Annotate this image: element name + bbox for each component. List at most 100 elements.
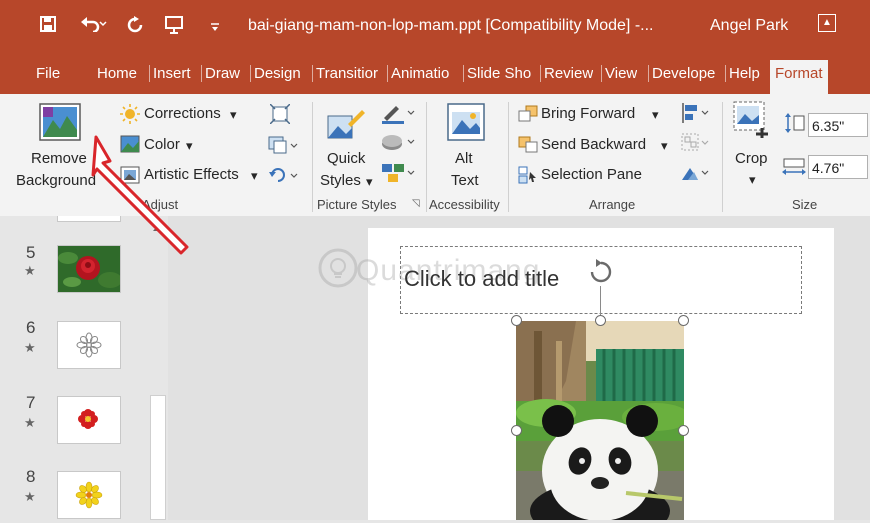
quick-styles-dropdown-icon[interactable]: ▾ [366, 174, 373, 190]
slide-thumbnail-7[interactable] [57, 396, 121, 444]
align-icon[interactable] [680, 102, 712, 129]
resize-handle-left[interactable] [511, 425, 522, 436]
title-placeholder-text[interactable]: Click to add title [404, 266, 559, 292]
resize-handle-top-left[interactable] [511, 315, 522, 326]
tab-help[interactable]: Help [725, 65, 760, 82]
shape-height-icon [784, 112, 806, 139]
redo-icon[interactable] [126, 16, 144, 39]
alt-text-label-1[interactable]: Alt [455, 150, 473, 167]
ribbon-format-panel: Remove Background Corrections ▾ Color ▾ … [0, 94, 870, 217]
quick-styles-icon[interactable] [326, 106, 366, 149]
red-flower-icon [78, 409, 98, 429]
send-backward-dropdown-icon[interactable]: ▾ [661, 138, 668, 154]
tab-format[interactable]: Format [770, 60, 828, 94]
rotate-icon[interactable] [680, 162, 712, 189]
user-name[interactable]: Angel Park [710, 17, 788, 35]
crop-icon[interactable] [732, 100, 774, 147]
rotate-handle-icon[interactable] [587, 258, 615, 286]
alt-text-icon[interactable] [446, 102, 486, 147]
picture-styles-group-label: Picture Styles [317, 197, 397, 212]
watermark-logo-icon [318, 248, 358, 288]
artistic-effects-icon[interactable] [120, 166, 140, 189]
crop-button[interactable]: Crop [735, 150, 768, 167]
picture-effects-icon[interactable] [380, 132, 416, 157]
quick-styles-label-1[interactable]: Quick [327, 150, 365, 167]
quick-styles-label-2[interactable]: Styles [320, 172, 361, 189]
remove-background-icon[interactable] [38, 102, 82, 147]
group-divider [426, 102, 427, 212]
group-objects-icon[interactable] [680, 132, 712, 159]
send-backward-icon[interactable] [518, 136, 538, 159]
artistic-effects-button[interactable]: Artistic Effects [144, 166, 239, 183]
thumbnail-partial[interactable] [57, 216, 121, 222]
selection-pane-icon[interactable] [518, 166, 538, 189]
tab-animations[interactable]: Animatio [387, 65, 463, 82]
color-icon[interactable] [120, 135, 140, 158]
group-divider [312, 102, 313, 212]
panda-picture[interactable] [516, 321, 684, 520]
animation-star-icon: ★ [24, 263, 36, 278]
tab-draw[interactable]: Draw [201, 65, 240, 82]
shape-width-input[interactable]: 4.76" [808, 155, 868, 179]
picture-styles-dialog-launcher-icon[interactable]: ◹ [412, 198, 420, 209]
slide-thumbnail-6[interactable] [57, 321, 121, 369]
bring-forward-dropdown-icon[interactable]: ▾ [652, 107, 659, 123]
remove-background-label-2[interactable]: Background [16, 172, 96, 189]
corrections-button[interactable]: Corrections [144, 105, 221, 122]
resize-handle-right[interactable] [678, 425, 689, 436]
corrections-icon[interactable] [120, 104, 140, 129]
alt-text-label-2[interactable]: Text [451, 172, 479, 189]
title-bar: bai-giang-mam-non-lop-mam.ppt [Compatibi… [0, 0, 870, 58]
animation-star-icon: ★ [24, 489, 36, 504]
picture-border-icon[interactable] [380, 102, 416, 129]
crop-dropdown-icon[interactable]: ▾ [749, 172, 756, 188]
save-icon[interactable] [40, 16, 56, 37]
tab-slide-show[interactable]: Slide Sho [463, 65, 539, 82]
tab-design[interactable]: Design [250, 65, 301, 82]
color-dropdown-icon[interactable]: ▾ [186, 138, 193, 154]
flower-outline-icon [76, 332, 102, 358]
shape-height-input[interactable]: 6.35" [808, 113, 868, 137]
panda-photo-image [516, 321, 684, 520]
tab-view[interactable]: View [601, 65, 637, 82]
ribbon-display-options-icon[interactable]: ▲ [818, 14, 836, 32]
picture-layout-icon[interactable] [380, 162, 416, 189]
resize-handle-top-right[interactable] [678, 315, 689, 326]
slide-number: 8 [26, 467, 36, 486]
shape-width-icon [781, 157, 807, 182]
scroll-up-icon[interactable] [148, 220, 168, 236]
corrections-dropdown-icon[interactable]: ▾ [230, 107, 237, 123]
slide-number: 7 [26, 393, 36, 412]
remove-background-label-1[interactable]: Remove [31, 150, 87, 167]
customize-toolbar-icon[interactable] [210, 22, 220, 36]
scrollbar-thumb[interactable] [150, 395, 166, 520]
tab-file[interactable]: File [36, 65, 60, 82]
change-picture-icon[interactable] [268, 136, 298, 159]
accessibility-group-label: Accessibility [429, 197, 500, 212]
yellow-flower-icon [75, 481, 103, 509]
compress-pictures-icon[interactable] [269, 103, 291, 129]
tab-insert[interactable]: Insert [149, 65, 191, 82]
tab-transitions[interactable]: Transitior [312, 65, 386, 82]
resize-handle-top[interactable] [595, 315, 606, 326]
slide-thumbnail-5[interactable] [57, 245, 121, 293]
slideshow-start-icon[interactable] [164, 16, 186, 39]
slide-thumbnail-8[interactable] [57, 471, 121, 519]
document-title: bai-giang-mam-non-lop-mam.ppt [Compatibi… [248, 17, 654, 34]
animation-star-icon: ★ [24, 415, 36, 430]
selection-pane-button[interactable]: Selection Pane [541, 166, 642, 183]
reset-picture-icon[interactable] [268, 166, 298, 189]
tab-review[interactable]: Review [540, 65, 593, 82]
rotate-handle-line [600, 286, 601, 316]
adjust-group-label: Adjust [142, 197, 179, 212]
color-button[interactable]: Color [144, 136, 180, 153]
artistic-effects-dropdown-icon[interactable]: ▾ [251, 168, 258, 184]
undo-icon[interactable] [80, 16, 108, 37]
send-backward-button[interactable]: Send Backward [541, 136, 646, 153]
bring-forward-icon[interactable] [518, 105, 538, 128]
tab-developer[interactable]: Develope [648, 65, 725, 82]
tab-home[interactable]: Home [97, 65, 137, 82]
group-divider [722, 102, 723, 212]
bring-forward-button[interactable]: Bring Forward [541, 105, 635, 122]
slide-number: 5 [26, 243, 36, 262]
